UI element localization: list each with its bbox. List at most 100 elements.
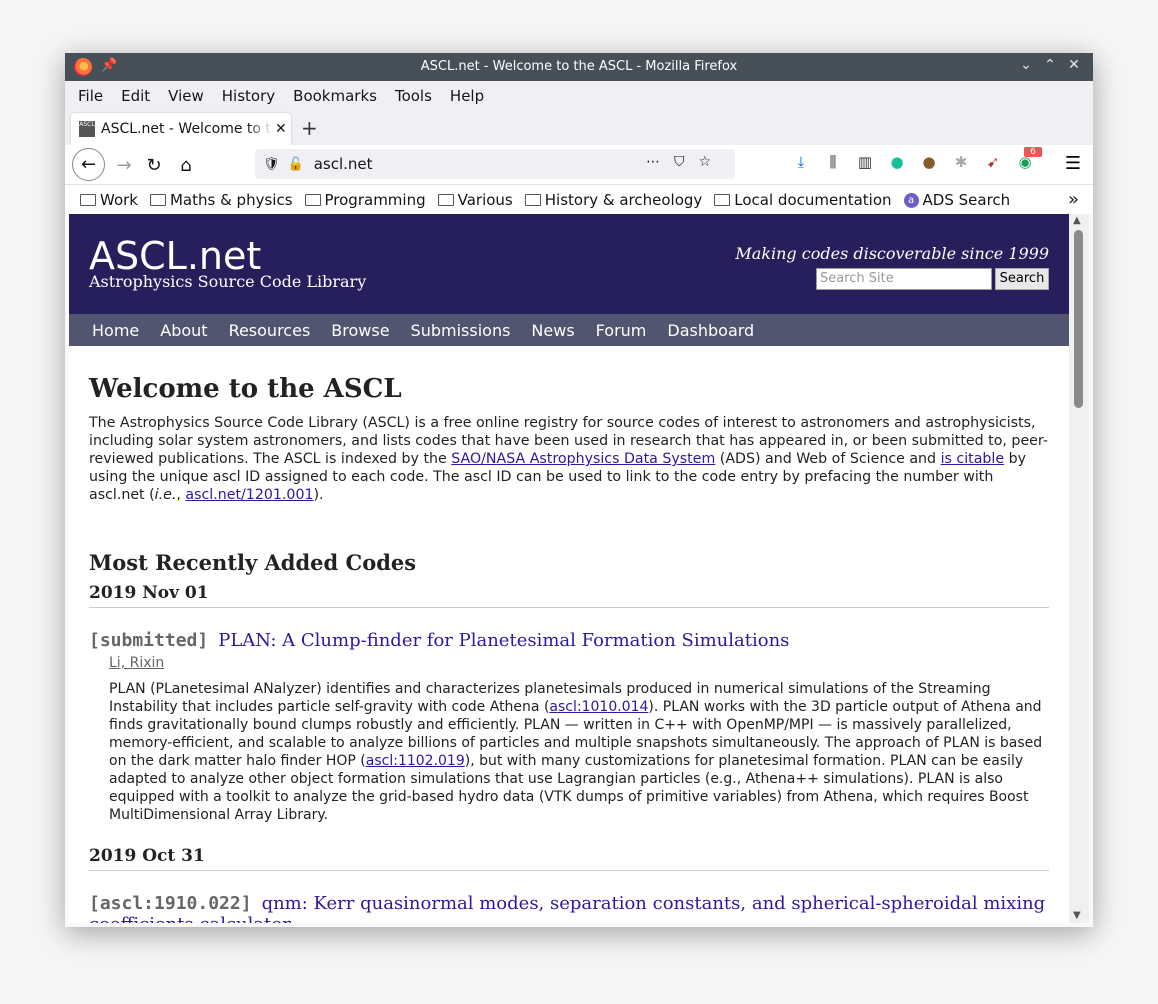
bookmark-ads-search[interactable]: a ADS Search [903,191,1011,209]
nav-news[interactable]: News [531,321,574,340]
entry-author-link[interactable]: Li, Rixin [109,655,164,671]
forward-icon[interactable]: → [109,150,139,180]
site-nav: Home About Resources Browse Submissions … [69,314,1069,346]
title-bar: 📌 ASCL.net - Welcome to the ASCL - Mozil… [65,53,1093,81]
date-heading: 2019 Oct 31 [89,846,1049,871]
tab-label: ASCL.net - Welcome to the ASCL [101,121,273,137]
nav-submissions[interactable]: Submissions [411,321,511,340]
nav-about[interactable]: About [160,321,207,340]
bookmark-label: Work [100,191,138,209]
minimize-icon[interactable]: ⌄ [1017,57,1035,73]
bookmark-label: Programming [324,191,426,209]
close-tab-icon[interactable]: ✕ [275,121,287,137]
nav-home[interactable]: Home [92,321,139,340]
ads-link[interactable]: SAO/NASA Astrophysics Data System [451,451,715,467]
site-subtitle: Astrophysics Source Code Library [89,272,367,291]
pocket-icon[interactable]: ⛉ [674,154,699,170]
bookmark-label: Various [457,191,513,209]
site-search-button[interactable]: Search [995,268,1049,290]
menu-view[interactable]: View [168,87,204,105]
site-search-input[interactable]: Search Site [816,268,992,290]
date-heading: 2019 Nov 01 [89,583,1049,608]
intro-paragraph: The Astrophysics Source Code Library (AS… [89,414,1049,504]
extension-puzzle-icon[interactable]: ✱ [952,153,970,171]
address-bar[interactable]: 🛡 🔓 ascl.net ⋯⛉☆ [255,149,735,179]
folder-icon [714,194,731,206]
main-content: Welcome to the ASCL The Astrophysics Sou… [69,374,1069,923]
page-content: ASCL.net Astrophysics Source Code Librar… [69,214,1069,923]
bookmark-folder-history-archeology[interactable]: History & archeology [524,191,702,209]
entry-title: [submitted] PLAN: A Clump-finder for Plan… [89,630,1049,651]
example-link[interactable]: ascl.net/1201.001 [185,487,313,503]
ascl-favicon-icon: ASCL [79,121,95,137]
url-text[interactable]: ascl.net [314,155,373,173]
menu-tools[interactable]: Tools [395,87,432,105]
entry-tag: [submitted] [89,630,209,651]
insecure-lock-icon[interactable]: 🔓 [288,157,304,172]
extension-arrow-icon[interactable]: ➹ [984,153,1002,171]
site-header: ASCL.net Astrophysics Source Code Librar… [69,214,1069,314]
bookmarks-overflow-icon[interactable]: » [1068,189,1079,210]
menu-bookmarks[interactable]: Bookmarks [293,87,377,105]
home-icon[interactable]: ⌂ [171,150,201,180]
site-tagline: Making codes discoverable since 1999 [735,244,1049,263]
page-actions: ⋯⛉☆ [646,154,725,170]
entry-title-link[interactable]: PLAN: A Clump-finder for Planetesimal Fo… [218,630,789,651]
bookmark-label: Local documentation [734,191,892,209]
folder-icon [80,194,96,206]
bookmark-label: ADS Search [922,191,1011,209]
back-icon[interactable]: ← [72,148,105,181]
recent-codes-heading: Most Recently Added Codes [89,550,417,575]
new-tab-icon[interactable]: + [301,116,318,140]
toolbar-icons: ⤓ ⫼ ▥ ● ● ✱ ➹ ◉ 6 [792,147,1042,171]
intro-text: (ADS) and Web of Science and [715,451,941,467]
nav-browse[interactable]: Browse [331,321,389,340]
intro-text: ). [313,487,324,503]
reload-icon[interactable]: ↻ [139,150,169,180]
downloads-icon[interactable]: ⤓ [792,153,810,171]
nav-forum[interactable]: Forum [596,321,647,340]
menu-bar: File Edit View History Bookmarks Tools H… [65,81,1093,111]
citable-link[interactable]: is citable [941,451,1005,467]
page-actions-menu-icon[interactable]: ⋯ [646,154,674,170]
ascl-link[interactable]: ascl:1102.019 [366,753,465,769]
menu-edit[interactable]: Edit [121,87,150,105]
browser-window: 📌 ASCL.net - Welcome to the ASCL - Mozil… [65,53,1093,927]
sidebar-icon[interactable]: ▥ [856,153,874,171]
scroll-down-icon[interactable]: ▼ [1073,910,1081,921]
page-scrollbar[interactable]: ▲ ▼ [1069,214,1089,923]
code-entry: [ascl:1910.022] qnm: Kerr quasinormal mod… [89,893,1049,923]
extension-badge-count: 6 [1024,147,1042,157]
tab-bar: ASCL ASCL.net - Welcome to the ASCL ✕ + [65,111,1093,145]
menu-file[interactable]: File [78,87,103,105]
bookmark-folder-various[interactable]: Various [437,191,513,209]
nav-resources[interactable]: Resources [229,321,311,340]
nav-dashboard[interactable]: Dashboard [667,321,754,340]
bookmark-folder-maths-physics[interactable]: Maths & physics [149,191,293,209]
profile-avatar-icon[interactable]: ● [920,153,938,171]
menu-history[interactable]: History [222,87,275,105]
library-icon[interactable]: ⫼ [824,153,842,171]
page-title: Welcome to the ASCL [89,374,402,404]
scrollbar-thumb[interactable] [1074,230,1083,408]
folder-icon [437,194,454,206]
menu-help[interactable]: Help [450,87,484,105]
scroll-up-icon[interactable]: ▲ [1073,215,1081,226]
bookmark-folder-work[interactable]: Work [80,191,138,209]
close-window-icon[interactable]: ✕ [1065,57,1083,73]
bookmark-folder-local-documentation[interactable]: Local documentation [714,191,892,209]
bookmark-star-icon[interactable]: ☆ [698,154,725,170]
folder-icon [149,194,166,206]
bookmark-folder-programming[interactable]: Programming [304,191,426,209]
tab-ascl[interactable]: ASCL ASCL.net - Welcome to the ASCL ✕ [71,113,291,145]
maximize-icon[interactable]: ⌃ [1041,57,1059,73]
extension-badge-icon[interactable]: ◉ 6 [1016,147,1042,171]
ascl-link[interactable]: ascl:1010.014 [549,699,648,715]
entry-title: [ascl:1910.022] qnm: Kerr quasinormal mod… [89,893,1049,923]
intro-text: i.e. [154,487,177,503]
grammarly-icon[interactable]: ● [888,153,906,171]
folder-icon [304,194,321,206]
bookmarks-toolbar: Work Maths & physics Programming Various… [65,185,1093,215]
tracking-shield-icon[interactable]: 🛡 [263,157,280,172]
hamburger-menu-icon[interactable]: ☰ [1065,153,1081,174]
